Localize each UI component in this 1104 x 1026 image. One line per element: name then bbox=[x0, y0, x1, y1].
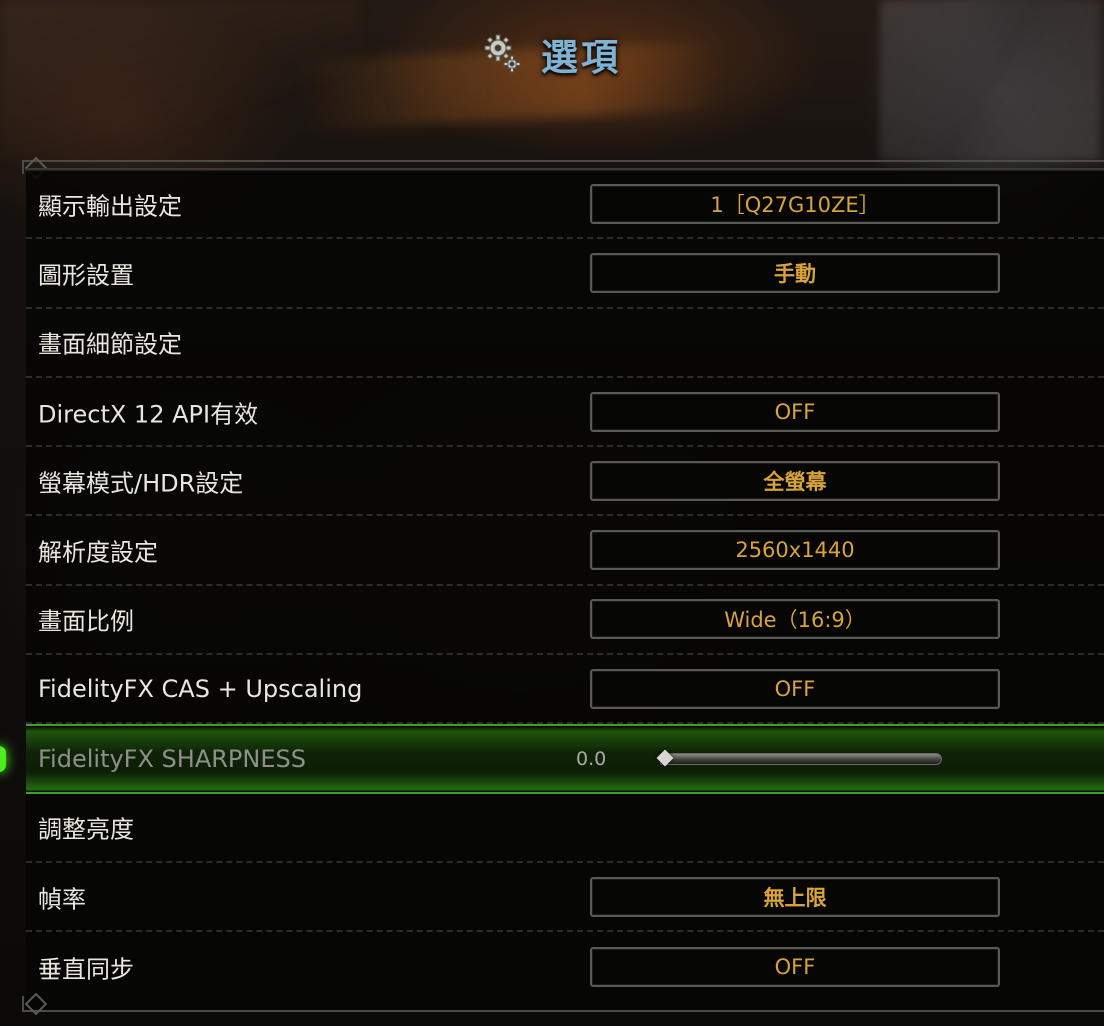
options-panel: 顯示輸出設定 1［Q27G10ZE］ 圖形設置 手動 畫面細節設定 Direct… bbox=[0, 168, 1104, 1010]
option-value-button[interactable]: OFF bbox=[590, 668, 1000, 709]
option-row-frame-rate[interactable]: 幀率 無上限 bbox=[26, 863, 1104, 933]
option-label: 顯示輸出設定 bbox=[38, 192, 182, 221]
option-label: 畫面比例 bbox=[38, 607, 134, 636]
slider-value: 0.0 bbox=[576, 748, 607, 771]
option-row-vsync[interactable]: 垂直同步 OFF bbox=[26, 932, 1104, 1001]
option-label: 垂直同步 bbox=[38, 955, 134, 984]
option-row-display-output[interactable]: 顯示輸出設定 1［Q27G10ZE］ bbox=[26, 170, 1104, 240]
option-value-button[interactable]: OFF bbox=[590, 946, 1000, 987]
option-label: 螢幕模式/HDR設定 bbox=[38, 469, 244, 498]
option-row-directx12[interactable]: DirectX 12 API有效 OFF bbox=[26, 378, 1104, 448]
option-row-graphics-preset[interactable]: 圖形設置 手動 bbox=[26, 239, 1104, 309]
option-value-button[interactable]: OFF bbox=[590, 391, 1000, 432]
option-value-button[interactable]: 無上限 bbox=[590, 876, 1000, 917]
option-row-aspect-ratio[interactable]: 畫面比例 Wide（16:9） bbox=[26, 586, 1104, 656]
option-label: 調整亮度 bbox=[38, 815, 134, 844]
option-value-button[interactable]: 手動 bbox=[590, 252, 1000, 293]
option-label: 解析度設定 bbox=[38, 538, 158, 567]
option-value-button[interactable]: 2560x1440 bbox=[590, 530, 1000, 571]
option-row-fidelityfx-cas[interactable]: FidelityFX CAS + Upscaling OFF bbox=[26, 655, 1104, 725]
panel-frame bbox=[22, 996, 1104, 1012]
option-row-screen-mode[interactable]: 螢幕模式/HDR設定 全螢幕 bbox=[26, 447, 1104, 517]
page-title: 選項 bbox=[541, 36, 621, 79]
gear-icon bbox=[484, 34, 521, 73]
option-row-detail-settings[interactable]: 畫面細節設定 bbox=[26, 309, 1104, 378]
options-list: 顯示輸出設定 1［Q27G10ZE］ 圖形設置 手動 畫面細節設定 Direct… bbox=[0, 170, 1104, 1002]
option-value-button[interactable]: 1［Q27G10ZE］ bbox=[590, 183, 1000, 224]
option-label: FidelityFX CAS + Upscaling bbox=[38, 674, 363, 703]
game-options-screen: 選項 顯示輸出設定 1［Q27G10ZE］ 圖形設置 手動 畫面細節設定 Dir… bbox=[0, 0, 1104, 1026]
option-label: DirectX 12 API有效 bbox=[38, 400, 259, 429]
option-value-button[interactable]: Wide（16:9） bbox=[590, 599, 1000, 640]
selection-indicator bbox=[0, 746, 6, 773]
option-row-fidelityfx-sharpness[interactable]: FidelityFX SHARPNESS 0.0 bbox=[0, 724, 1104, 794]
option-row-brightness[interactable]: 調整亮度 bbox=[26, 794, 1104, 863]
page-header: 選項 bbox=[0, 26, 1104, 82]
option-label: 畫面細節設定 bbox=[38, 330, 182, 359]
option-label: 幀率 bbox=[38, 885, 86, 914]
option-row-resolution[interactable]: 解析度設定 2560x1440 bbox=[26, 516, 1104, 586]
sharpness-slider[interactable] bbox=[660, 753, 942, 766]
option-label: FidelityFX SHARPNESS bbox=[38, 745, 306, 774]
option-value-button[interactable]: 全螢幕 bbox=[590, 460, 1000, 501]
option-label: 圖形設置 bbox=[38, 261, 134, 290]
